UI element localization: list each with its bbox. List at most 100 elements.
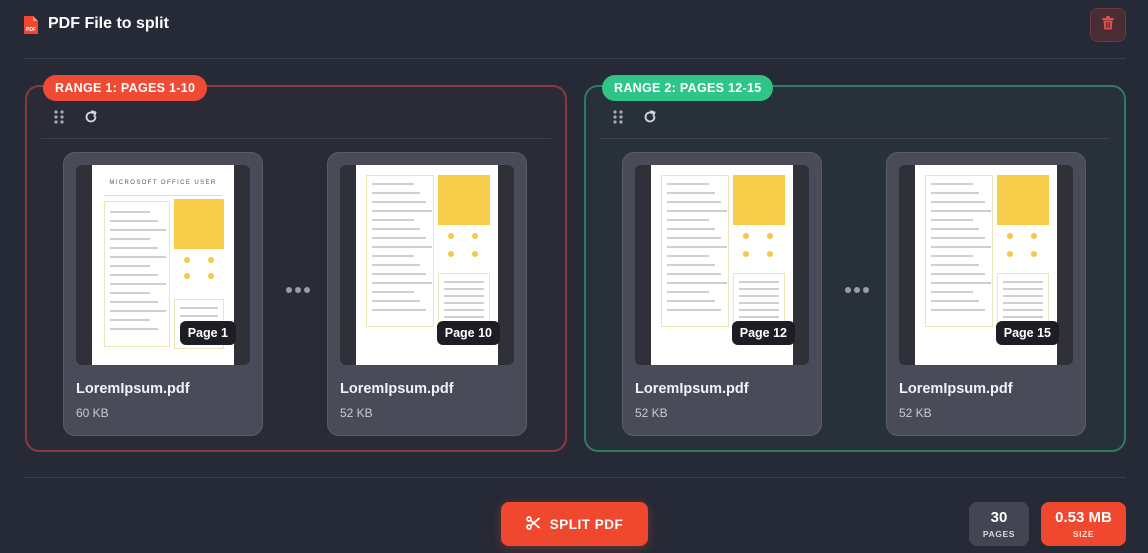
scissors-icon bbox=[525, 515, 540, 533]
doc-text-line bbox=[667, 273, 721, 275]
file-name: LoremIpsum.pdf bbox=[76, 381, 190, 397]
doc-text-line bbox=[931, 255, 973, 257]
doc-text-line bbox=[110, 247, 158, 249]
range-divider bbox=[41, 138, 551, 139]
page-count-value: 30 bbox=[990, 509, 1008, 526]
doc-text-line bbox=[110, 310, 166, 312]
doc-text-line bbox=[739, 281, 779, 283]
file-name: LoremIpsum.pdf bbox=[340, 381, 454, 397]
range-label: RANGE 1: PAGES 1-10 bbox=[43, 75, 208, 101]
doc-text-line bbox=[739, 302, 779, 304]
trash-icon bbox=[1101, 15, 1115, 36]
rotate-icon[interactable] bbox=[83, 109, 99, 125]
rotate-icon[interactable] bbox=[642, 109, 658, 125]
doc-bullet bbox=[472, 251, 478, 257]
doc-text-line bbox=[444, 309, 484, 311]
doc-text-line bbox=[1003, 316, 1043, 318]
doc-section bbox=[366, 175, 434, 327]
doc-text-line bbox=[931, 309, 985, 311]
doc-text-line bbox=[931, 237, 985, 239]
page-count-stat: 30 PAGES bbox=[969, 502, 1029, 546]
header-divider bbox=[24, 58, 1126, 59]
split-pdf-button[interactable]: SPLIT PDF bbox=[501, 502, 648, 546]
doc-text-line bbox=[110, 319, 150, 321]
page-card[interactable]: Page 12 LoremIpsum.pdf 52 KB bbox=[622, 152, 822, 436]
page-number-badge: Page 12 bbox=[731, 321, 795, 345]
doc-text-line bbox=[667, 282, 727, 284]
doc-text-line bbox=[444, 281, 484, 283]
doc-text-line bbox=[372, 273, 426, 275]
doc-highlight bbox=[733, 175, 785, 225]
doc-text-line bbox=[372, 237, 426, 239]
doc-text-line bbox=[110, 211, 150, 213]
doc-text-line bbox=[1003, 302, 1043, 304]
doc-highlight bbox=[174, 199, 224, 249]
doc-bullet bbox=[184, 257, 190, 263]
doc-text-line bbox=[372, 300, 420, 302]
range-divider bbox=[600, 138, 1110, 139]
doc-text-line bbox=[931, 246, 991, 248]
doc-text-line bbox=[667, 201, 721, 203]
doc-text-line bbox=[667, 219, 709, 221]
file-size: 60 KB bbox=[76, 406, 109, 420]
doc-text-line bbox=[667, 246, 727, 248]
page-card[interactable]: Page 15 LoremIpsum.pdf 52 KB bbox=[886, 152, 1086, 436]
doc-bullet bbox=[1007, 251, 1013, 257]
file-size: 52 KB bbox=[899, 406, 932, 420]
doc-text-line bbox=[1003, 309, 1043, 311]
doc-text-line bbox=[667, 183, 709, 185]
doc-text-line bbox=[739, 295, 779, 297]
file-header: PDF PDF File to split bbox=[0, 0, 1148, 58]
doc-text-line bbox=[372, 246, 432, 248]
doc-bullet bbox=[208, 273, 214, 279]
doc-text-line bbox=[180, 307, 218, 309]
doc-text-line bbox=[372, 183, 414, 185]
doc-bullet bbox=[1031, 251, 1037, 257]
doc-bullet bbox=[767, 251, 773, 257]
doc-bullet bbox=[448, 233, 454, 239]
doc-text-line bbox=[667, 264, 715, 266]
doc-text-line bbox=[667, 309, 721, 311]
doc-text-line bbox=[931, 291, 973, 293]
doc-text-line bbox=[372, 192, 420, 194]
file-size-stat: 0.53 MB SIZE bbox=[1041, 502, 1126, 546]
resume-title: MICROSOFT OFFICE USER bbox=[109, 180, 217, 186]
file-size-value: 0.53 MB bbox=[1055, 509, 1112, 526]
doc-bullet bbox=[1007, 233, 1013, 239]
doc-text-line bbox=[667, 192, 715, 194]
doc-bullet bbox=[1031, 233, 1037, 239]
doc-text-line bbox=[110, 238, 150, 240]
doc-text-line bbox=[931, 264, 979, 266]
doc-text-line bbox=[667, 210, 727, 212]
doc-text-line bbox=[444, 302, 484, 304]
page-count-label: PAGES bbox=[982, 529, 1016, 539]
doc-text-line bbox=[739, 309, 779, 311]
doc-text-line bbox=[931, 219, 973, 221]
doc-text-line bbox=[110, 229, 166, 231]
doc-text-line bbox=[931, 183, 973, 185]
doc-bullet bbox=[448, 251, 454, 257]
page-number-badge: Page 1 bbox=[179, 321, 236, 345]
doc-text-line bbox=[372, 255, 414, 257]
more-pages-ellipsis-icon bbox=[285, 283, 317, 295]
page-title: PDF File to split bbox=[48, 15, 169, 32]
doc-text-line bbox=[444, 288, 484, 290]
page-card[interactable]: Page 10 LoremIpsum.pdf 52 KB bbox=[327, 152, 527, 436]
doc-text-line bbox=[931, 228, 979, 230]
doc-text-line bbox=[110, 328, 158, 330]
drag-handle-icon[interactable] bbox=[51, 109, 67, 125]
doc-text-line bbox=[110, 301, 158, 303]
doc-text-line bbox=[444, 316, 484, 318]
page-card[interactable]: MICROSOFT OFFICE USER Page 1 LoremIpsum.… bbox=[63, 152, 263, 436]
doc-text-line bbox=[667, 228, 715, 230]
doc-text-line bbox=[667, 237, 721, 239]
pdf-file-icon: PDF bbox=[22, 15, 40, 35]
doc-bullet bbox=[743, 251, 749, 257]
doc-text-line bbox=[372, 201, 426, 203]
range-group-2: RANGE 2: PAGES 12-15 Page 12 LoremIpsum.… bbox=[584, 75, 1126, 452]
doc-text-line bbox=[110, 292, 150, 294]
drag-handle-icon[interactable] bbox=[610, 109, 626, 125]
doc-text-line bbox=[931, 300, 979, 302]
range-label: RANGE 2: PAGES 12-15 bbox=[602, 75, 774, 101]
delete-file-button[interactable] bbox=[1090, 8, 1126, 42]
